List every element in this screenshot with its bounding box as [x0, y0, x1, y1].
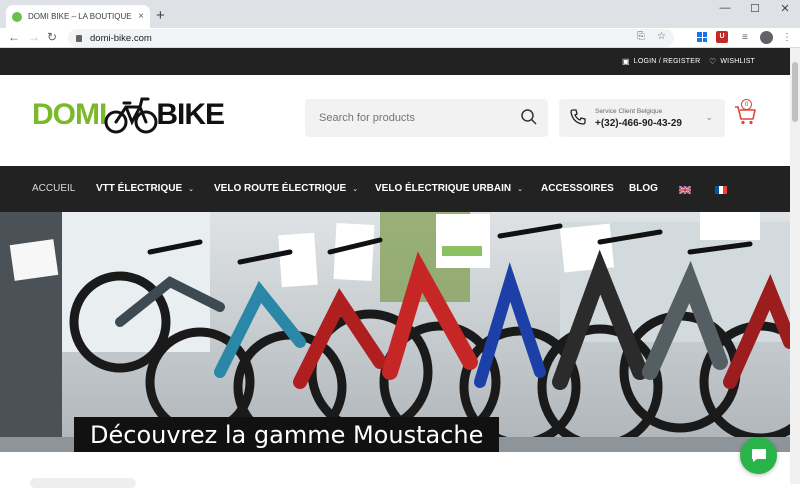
chat-bubble-icon	[751, 449, 766, 462]
url-text: domi-bike.com	[90, 32, 152, 44]
window-close-icon[interactable]: ✕	[770, 2, 800, 15]
minimize-icon[interactable]: —	[710, 2, 740, 14]
france-flag-icon[interactable]	[715, 186, 727, 194]
nav-label: VELO ROUTE ÉLECTRIQUE	[214, 183, 347, 194]
chevron-down-icon: ⌄	[705, 112, 713, 122]
customer-service-box[interactable]: Service Client Belgique +(32)-466-90-43-…	[559, 99, 725, 137]
login-register-label: LOGIN / REGISTER	[633, 58, 701, 65]
browser-menu-icon[interactable]: ⋮	[782, 32, 792, 43]
nav-label: VTT ÉLECTRIQUE	[96, 183, 183, 194]
bookmark-star-icon[interactable]: ☆	[657, 31, 666, 42]
windows-extension-icon[interactable]	[697, 32, 707, 42]
tab-close-icon[interactable]: ×	[138, 11, 144, 22]
content-below-hero	[0, 452, 790, 488]
user-icon: ▣	[622, 57, 630, 66]
hero-caption: Découvrez la gamme Moustache	[74, 417, 500, 453]
hero-caption-text: Découvrez la gamme Moustache	[90, 421, 484, 449]
login-register-link[interactable]: ▣ LOGIN / REGISTER	[622, 57, 700, 66]
search-input[interactable]	[319, 112, 499, 124]
site-topbar: ▣ LOGIN / REGISTER ♡ WISHLIST	[0, 48, 790, 75]
reading-list-icon[interactable]: ≡	[742, 32, 748, 43]
forward-icon[interactable]: →	[28, 30, 40, 44]
search-icon[interactable]	[520, 108, 538, 126]
shield-extension-icon[interactable]: U	[716, 31, 728, 43]
nav-item-velo-route[interactable]: VELO ROUTE ÉLECTRIQUE ⌄	[214, 183, 358, 194]
wishlist-label: WISHLIST	[720, 58, 756, 65]
chevron-down-icon: ⌄	[352, 185, 359, 193]
browser-tabstrip: DOMI BIKE – LA BOUTIQUE DE VÉLO × + — ☐ …	[0, 0, 800, 28]
chevron-down-icon: ⌄	[188, 185, 194, 193]
cart-button[interactable]: 0	[734, 99, 756, 130]
nav-item-vtt-electrique[interactable]: VTT ÉLECTRIQUE ⌄	[96, 183, 194, 194]
browser-toolbar: ← → ↻ domi-bike.com ⎘ ☆ U ≡ ⋮	[0, 28, 800, 48]
logo-text-bike: BIKE	[156, 98, 225, 131]
phone-icon	[570, 109, 586, 125]
main-navigation: ACCUEIL VTT ÉLECTRIQUE ⌄ VELO ROUTE ÉLEC…	[0, 166, 790, 212]
search-box	[305, 99, 548, 137]
profile-avatar[interactable]	[760, 31, 773, 44]
service-label: Service Client Belgique	[595, 108, 663, 115]
section-tab-placeholder	[30, 478, 136, 488]
address-bar[interactable]: domi-bike.com ⎘ ☆	[68, 29, 674, 47]
nav-label: BLOG	[629, 183, 658, 194]
site-header: DOMI BIKE Service Client Belgique +(32)-…	[0, 75, 790, 166]
chat-button[interactable]	[740, 437, 777, 474]
uk-flag-icon[interactable]	[679, 186, 691, 194]
back-icon[interactable]: ←	[8, 30, 20, 44]
bicycle-logo-icon	[104, 97, 158, 134]
tab-title: DOMI BIKE – LA BOUTIQUE DE VÉLO	[28, 12, 134, 21]
heart-icon: ♡	[709, 57, 717, 66]
nav-label: VELO ÉLECTRIQUE URBAIN	[375, 183, 512, 194]
nav-label: ACCESSOIRES	[541, 183, 614, 194]
wishlist-link[interactable]: ♡ WISHLIST	[709, 57, 755, 66]
translate-icon[interactable]: ⎘	[637, 31, 645, 42]
browser-tab[interactable]: DOMI BIKE – LA BOUTIQUE DE VÉLO ×	[6, 5, 150, 28]
site-logo[interactable]: DOMI BIKE	[32, 95, 225, 135]
site-favicon-icon	[12, 11, 22, 22]
nav-item-accessoires[interactable]: ACCESSOIRES	[541, 183, 614, 194]
service-phone: +(32)-466-90-43-29	[595, 118, 682, 129]
bikes-showroom-illustration	[0, 212, 790, 452]
maximize-icon[interactable]: ☐	[740, 2, 770, 15]
nav-item-velo-urbain[interactable]: VELO ÉLECTRIQUE URBAIN ⌄	[375, 183, 523, 194]
cart-count-badge: 0	[741, 99, 752, 110]
hero-banner-image[interactable]	[0, 212, 790, 452]
lock-icon	[76, 34, 82, 42]
scrollbar-thumb[interactable]	[792, 62, 798, 122]
logo-text-domi: DOMI	[32, 98, 107, 131]
chevron-down-icon: ⌄	[517, 185, 523, 193]
nav-label: ACCUEIL	[32, 183, 76, 194]
nav-item-accueil[interactable]: ACCUEIL	[32, 183, 75, 194]
nav-item-blog[interactable]: BLOG	[629, 183, 658, 194]
new-tab-button[interactable]: +	[156, 7, 165, 24]
reload-icon[interactable]: ↻	[47, 30, 57, 44]
